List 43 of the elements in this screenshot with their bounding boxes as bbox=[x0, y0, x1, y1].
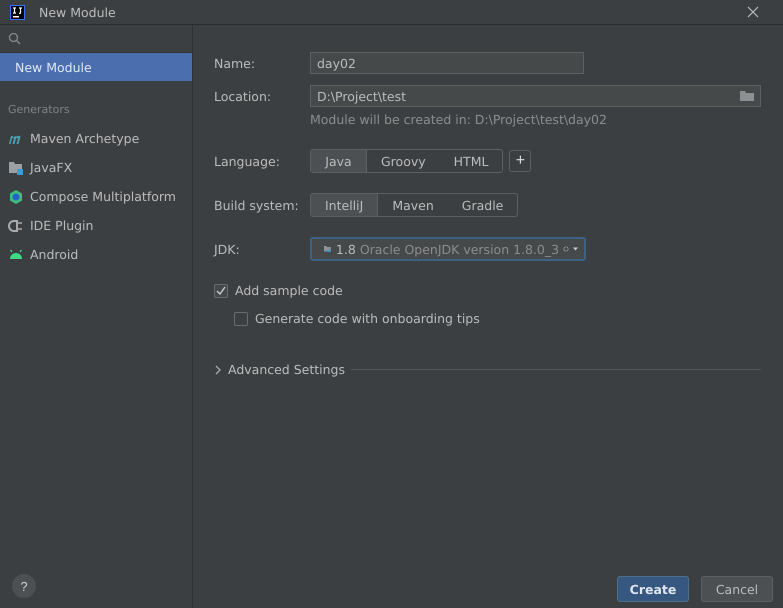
add-button[interactable]: + bbox=[509, 150, 532, 172]
checkbox[interactable] bbox=[214, 284, 228, 298]
folder-icon[interactable] bbox=[740, 90, 755, 102]
close-icon[interactable] bbox=[747, 6, 759, 18]
language-option[interactable]: HTML bbox=[440, 150, 502, 172]
language-option[interactable]: Java bbox=[311, 150, 367, 172]
window-title: New Module bbox=[39, 4, 117, 20]
hexagon-icon bbox=[8, 188, 24, 204]
create-button[interactable]: Create bbox=[617, 576, 689, 602]
name-field[interactable]: day02 bbox=[310, 52, 584, 74]
generator-item[interactable]: Compose Multiplatform bbox=[0, 182, 192, 211]
generator-item[interactable]: Maven Archetype bbox=[0, 124, 192, 153]
build-system-option[interactable]: IntelliJ bbox=[311, 194, 378, 216]
spinner-icon bbox=[563, 243, 570, 255]
generator-item[interactable]: JavaFX bbox=[0, 153, 192, 182]
dropdown-arrow-icon bbox=[573, 246, 578, 252]
cancel-button[interactable]: Cancel bbox=[701, 576, 773, 602]
build-system-option[interactable]: Maven bbox=[378, 194, 448, 216]
app-logo-icon bbox=[10, 4, 25, 20]
field-label: Name: bbox=[214, 56, 256, 70]
field-label: JDK: bbox=[214, 242, 241, 256]
field-label: Language: bbox=[214, 154, 281, 168]
android-icon bbox=[8, 248, 24, 262]
jdk-dropdown[interactable]: 1.8 Oracle OpenJDK version 1.8.0_3 bbox=[310, 237, 586, 261]
plug-icon bbox=[8, 218, 24, 234]
advanced-settings-toggle[interactable]: Advanced Settings bbox=[214, 362, 345, 377]
build-system-option[interactable]: Gradle bbox=[448, 194, 518, 216]
checkbox-label: Generate code with onboarding tips bbox=[255, 311, 480, 326]
search-icon bbox=[8, 32, 21, 45]
field-label: Location: bbox=[214, 88, 272, 104]
location-hint: Module will be created in: D:\Project\test\day02 bbox=[310, 112, 608, 127]
folder-icon bbox=[8, 160, 24, 176]
generator-item[interactable]: IDE Plugin bbox=[0, 211, 192, 240]
language-option[interactable]: Groovy bbox=[367, 150, 440, 172]
sidebar-item[interactable]: New Module bbox=[0, 53, 192, 81]
location-field[interactable]: D:\Project\test bbox=[310, 85, 761, 107]
checkbox[interactable] bbox=[234, 312, 248, 326]
section-heading: Generators bbox=[7, 102, 71, 118]
chevron-icon bbox=[214, 364, 222, 374]
generator-item[interactable]: Android bbox=[0, 240, 192, 269]
field-label: Build system: bbox=[214, 198, 300, 212]
help-button[interactable]: ? bbox=[12, 574, 36, 598]
checkbox-label: Add sample code bbox=[235, 283, 343, 298]
